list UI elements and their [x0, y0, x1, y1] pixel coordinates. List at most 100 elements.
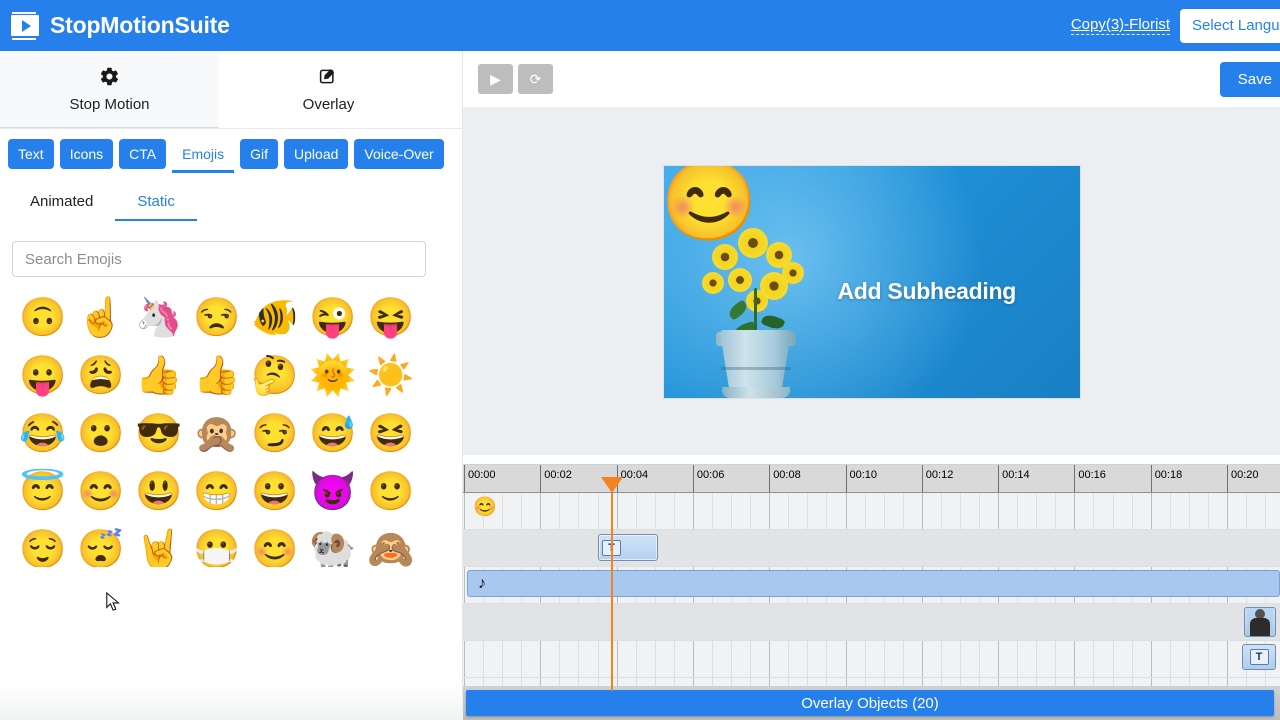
emoji-thumbs-up-2[interactable]: 👍	[188, 347, 246, 405]
timeline: 00:00 00:02 00:04 00:06 00:08 00:10 00:12 00:14…	[463, 464, 1280, 720]
brand: StopMotionSuite	[0, 11, 230, 40]
mode-tab-label: Stop Motion	[69, 95, 150, 113]
emoji-beaming-face-with-smiling-eyes[interactable]: 😁	[188, 463, 246, 521]
sub-tab-static[interactable]: Static	[115, 187, 197, 221]
emoji-see-no-evil-monkey[interactable]: 🙈	[362, 521, 420, 567]
play-button[interactable]: ▶	[478, 64, 513, 94]
reset-button[interactable]: ⟳	[518, 64, 553, 94]
emoji-relieved-face[interactable]: 😌	[14, 521, 72, 567]
emoji-upside-down-face[interactable]: 🙃	[14, 289, 72, 347]
music-note-icon: ♪	[478, 574, 486, 592]
emoji-face-with-tongue[interactable]: 😛	[14, 347, 72, 405]
timeline-emoji-item[interactable]: 😊	[473, 498, 497, 517]
emoji-smiling-face-with-horns[interactable]: 😈	[304, 463, 362, 521]
emoji-unicorn[interactable]: 🦄	[130, 289, 188, 347]
ruler-tick: 00:08	[769, 465, 801, 492]
top-bar-right: Copy(3)-Florist Select Language	[1070, 8, 1280, 43]
emoji-grinning-face-with-sweat[interactable]: 😅	[304, 405, 362, 463]
stage-overlay-emoji[interactable]: 😊	[664, 166, 758, 240]
emoji-squinting-face-with-tongue[interactable]: 😝	[362, 289, 420, 347]
ruler-tick: 00:10	[845, 465, 877, 492]
timeline-person-clip[interactable]	[1244, 607, 1276, 637]
track-media-1[interactable]	[463, 604, 1280, 641]
mode-tabs: Stop Motion Overlay	[0, 51, 462, 129]
ruler-tick: 00:00	[464, 465, 496, 492]
emoji-smiling-face-with-smiling-eyes[interactable]: 😊	[72, 463, 130, 521]
track-media-2[interactable]: T	[463, 641, 1280, 678]
emoji-grinning-face[interactable]: 😀	[246, 463, 304, 521]
mode-tab-stop-motion[interactable]: Stop Motion	[0, 51, 219, 128]
emoji-sign-of-the-horns[interactable]: 🤘	[130, 521, 188, 567]
category-cta[interactable]: CTA	[119, 139, 167, 169]
emoji-smirking-face[interactable]: 😏	[246, 405, 304, 463]
sub-tab-animated[interactable]: Animated	[8, 187, 115, 221]
stage-subheading-text[interactable]: Add Subheading	[838, 278, 1017, 305]
category-upload[interactable]: Upload	[284, 139, 349, 169]
emoji-grinning-face-with-big-eyes[interactable]: 😃	[130, 463, 188, 521]
emoji-flushed-face[interactable]: 😊	[246, 521, 304, 567]
category-text[interactable]: Text	[8, 139, 54, 169]
mode-tab-label: Overlay	[302, 96, 355, 113]
track-emoji[interactable]: 😊	[463, 493, 1280, 530]
emoji-speak-no-evil-monkey[interactable]: 🙊	[188, 405, 246, 463]
category-emojis[interactable]: Emojis	[172, 139, 235, 173]
emoji-sun[interactable]: ☀️	[362, 347, 420, 405]
track-text[interactable]: T	[463, 530, 1280, 567]
search-input[interactable]	[12, 241, 426, 277]
emoji-winking-face-with-tongue[interactable]: 😜	[304, 289, 362, 347]
ruler-tick: 00:12	[921, 465, 953, 492]
sub-tabs: Animated Static	[0, 173, 462, 221]
ruler-tick: 00:06	[692, 465, 724, 492]
emoji-smiling-face-with-sunglasses[interactable]: 😎	[130, 405, 188, 463]
ruler-tick: 00:18	[1150, 465, 1182, 492]
category-gif[interactable]: Gif	[240, 139, 279, 169]
emoji-index-pointing-up[interactable]: ☝️	[72, 289, 130, 347]
timeline-text-clip[interactable]: T	[598, 534, 658, 561]
ruler-tick: 00:20	[1227, 465, 1259, 492]
category-buttons: Text Icons CTA Emojis Gif Upload Voice-O…	[0, 129, 462, 173]
emoji-ram[interactable]: 🐏	[304, 521, 362, 567]
project-name-link[interactable]: Copy(3)-Florist	[1070, 16, 1170, 35]
top-bar: StopMotionSuite Copy(3)-Florist Select L…	[0, 0, 1280, 51]
emoji-grinning-squinting-face[interactable]: 😆	[362, 405, 420, 463]
mode-tab-overlay[interactable]: Overlay	[219, 51, 438, 128]
editor-area: ▶ ⟳ Save 😊 Add Subheading 00:00 00:02 00…	[463, 51, 1280, 720]
emoji-thumbs-up[interactable]: 👍	[130, 347, 188, 405]
preview-area: 😊 Add Subheading	[463, 108, 1280, 455]
timeline-ruler[interactable]: 00:00 00:02 00:04 00:06 00:08 00:10 00:12 00:14…	[463, 465, 1280, 493]
emoji-weary-face[interactable]: 😩	[72, 347, 130, 405]
left-panel: Stop Motion Overlay Text Icons CTA Emoji…	[0, 51, 463, 720]
category-voice-over[interactable]: Voice-Over	[354, 139, 444, 169]
pencil-square-icon	[318, 66, 339, 91]
emoji-grid: 🙃 ☝️ 🦄 😒 🐠 😜 😝 😛 😩 👍 👍 🤔 🌞 ☀️ 😂 😮 😎 🙊 😏 😅 😆 😇 😊 😃 😁 😀 😈 🙂 😌 😴 🤘 😷 😊 🐏 🙈	[0, 277, 462, 567]
emoji-unamused-face[interactable]: 😒	[188, 289, 246, 347]
emoji-sun-with-face[interactable]: 🌞	[304, 347, 362, 405]
emoji-tropical-fish[interactable]: 🐠	[246, 289, 304, 347]
emoji-thinking-face[interactable]: 🤔	[246, 347, 304, 405]
emoji-smiling-face-with-halo[interactable]: 😇	[14, 463, 72, 521]
emoji-face-with-tears-of-joy[interactable]: 😂	[14, 405, 72, 463]
emoji-slightly-smiling-face[interactable]: 🙂	[362, 463, 420, 521]
film-play-icon	[10, 11, 40, 40]
app-root: StopMotionSuite Copy(3)-Florist Select L…	[0, 0, 1280, 720]
emoji-sleeping-face[interactable]: 😴	[72, 521, 130, 567]
timeline-text-clip-2[interactable]: T	[1242, 644, 1276, 670]
timeline-audio-clip[interactable]: ♪	[467, 570, 1280, 597]
overlay-objects-button[interactable]: Overlay Objects (20)	[466, 690, 1274, 716]
ruler-tick: 00:16	[1074, 465, 1106, 492]
search-wrapper	[0, 221, 462, 277]
panel-bottom-fade	[0, 684, 463, 720]
playhead-handle[interactable]	[601, 477, 623, 493]
language-select[interactable]: Select Language	[1180, 8, 1280, 43]
ruler-tick: 00:14	[998, 465, 1030, 492]
emoji-face-with-open-mouth[interactable]: 😮	[72, 405, 130, 463]
gear-icon	[99, 66, 120, 91]
playhead-line[interactable]	[611, 493, 613, 691]
ruler-tick: 00:02	[540, 465, 572, 492]
category-icons[interactable]: Icons	[59, 139, 114, 169]
emoji-face-with-medical-mask[interactable]: 😷	[188, 521, 246, 567]
save-button[interactable]: Save	[1219, 61, 1280, 97]
track-audio[interactable]: ♪	[463, 567, 1280, 604]
video-stage[interactable]: 😊 Add Subheading	[663, 165, 1080, 398]
editor-toolbar: ▶ ⟳ Save	[463, 51, 1280, 108]
